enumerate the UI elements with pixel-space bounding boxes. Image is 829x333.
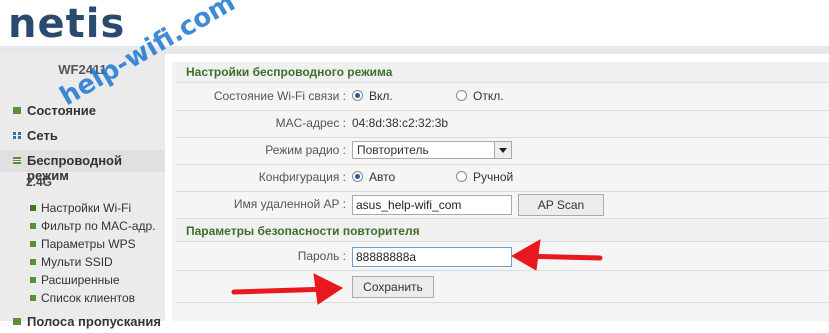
arrow-to-password <box>511 239 603 271</box>
annotation-arrows <box>231 239 603 305</box>
arrow-to-save <box>231 273 343 305</box>
